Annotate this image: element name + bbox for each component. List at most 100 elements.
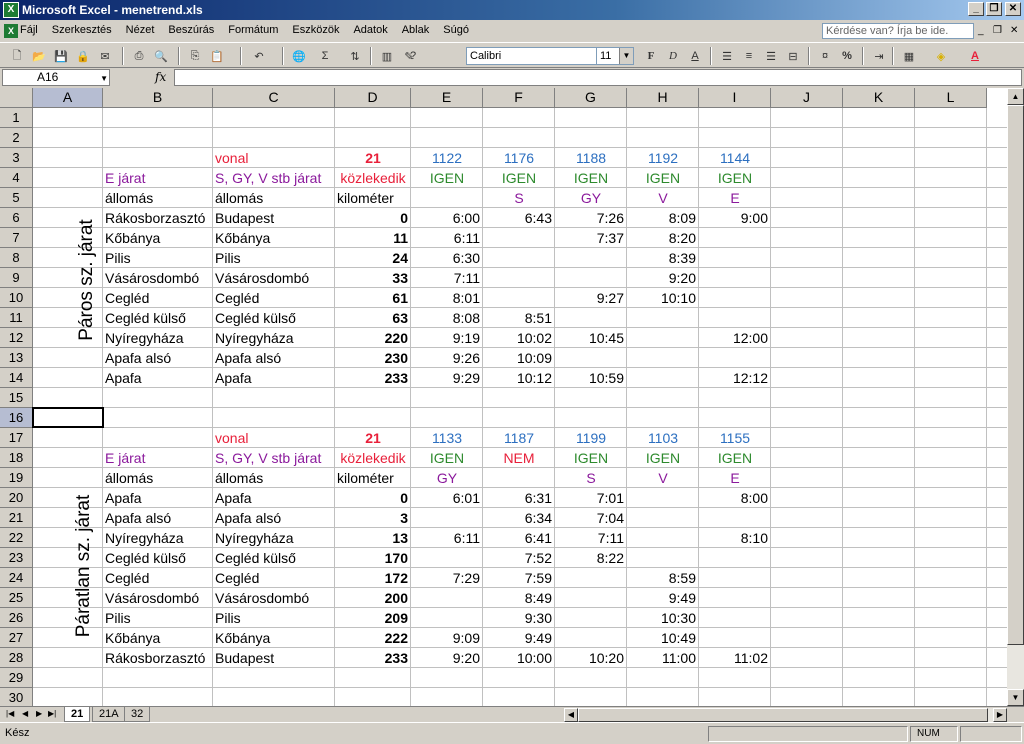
row-header-29[interactable]: 29 — [0, 668, 33, 688]
cell-c22[interactable]: Nyíregyháza — [213, 528, 335, 548]
next-sheet-icon[interactable]: ▶ — [36, 709, 42, 718]
workbook-icon[interactable]: X — [4, 24, 18, 38]
cell-c18[interactable]: S, GY, V stb járat — [213, 448, 335, 468]
cell-d27[interactable]: 222 — [335, 628, 411, 648]
cell-g23[interactable]: 8:22 — [555, 548, 627, 568]
cell-b19[interactable]: állomás — [103, 468, 213, 488]
cell-g28[interactable]: 10:20 — [555, 648, 627, 668]
cell-c5[interactable]: állomás — [213, 188, 335, 208]
cell-h24[interactable]: 8:59 — [627, 568, 699, 588]
cell-i3[interactable]: 1144 — [699, 148, 771, 168]
cell-h8[interactable]: 8:39 — [627, 248, 699, 268]
cell-f12[interactable]: 10:02 — [483, 328, 555, 348]
cell-f5[interactable]: S — [483, 188, 555, 208]
cell-g5[interactable]: GY — [555, 188, 627, 208]
cell-g12[interactable]: 10:45 — [555, 328, 627, 348]
cell-d26[interactable]: 209 — [335, 608, 411, 628]
cell-h10[interactable]: 10:10 — [627, 288, 699, 308]
cell-e14[interactable]: 9:29 — [411, 368, 483, 388]
font-color-icon[interactable]: A — [966, 47, 984, 65]
row-header-25[interactable]: 25 — [0, 588, 33, 608]
cell-c4[interactable]: S, GY, V stb járat — [213, 168, 335, 188]
row-header-26[interactable]: 26 — [0, 608, 33, 628]
cell-f26[interactable]: 9:30 — [483, 608, 555, 628]
print-preview-icon[interactable]: 🔍 — [152, 47, 170, 65]
save-icon[interactable]: 💾 — [52, 47, 70, 65]
cell-c11[interactable]: Cegléd külső — [213, 308, 335, 328]
cell-d25[interactable]: 200 — [335, 588, 411, 608]
cell-b6[interactable]: Rákosborzasztó — [103, 208, 213, 228]
cell-d14[interactable]: 233 — [335, 368, 411, 388]
row-header-10[interactable]: 10 — [0, 288, 33, 308]
row-header-1[interactable]: 1 — [0, 108, 33, 128]
paste-icon[interactable]: 📋 — [208, 47, 226, 65]
cell-e18[interactable]: IGEN — [411, 448, 483, 468]
cell-c8[interactable]: Pilis — [213, 248, 335, 268]
cell-d3[interactable]: 21 — [335, 148, 411, 168]
menu-format[interactable]: Formátum — [228, 24, 278, 36]
row-header-8[interactable]: 8 — [0, 248, 33, 268]
cell-c24[interactable]: Cegléd — [213, 568, 335, 588]
column-header-j[interactable]: J — [771, 88, 843, 108]
column-header-c[interactable]: C — [213, 88, 335, 108]
row-header-9[interactable]: 9 — [0, 268, 33, 288]
menu-data[interactable]: Adatok — [353, 24, 387, 36]
cell-i22[interactable]: 8:10 — [699, 528, 771, 548]
cell-i5[interactable]: E — [699, 188, 771, 208]
column-header-g[interactable]: G — [555, 88, 627, 108]
cell-i18[interactable]: IGEN — [699, 448, 771, 468]
cell-c14[interactable]: Apafa — [213, 368, 335, 388]
close-button[interactable]: ✕ — [1005, 2, 1021, 16]
row-header-2[interactable]: 2 — [0, 128, 33, 148]
menu-file[interactable]: Fájl — [20, 24, 38, 36]
cell-f11[interactable]: 8:51 — [483, 308, 555, 328]
cell-f14[interactable]: 10:12 — [483, 368, 555, 388]
column-header-e[interactable]: E — [411, 88, 483, 108]
cell-i12[interactable]: 12:00 — [699, 328, 771, 348]
cell-h18[interactable]: IGEN — [627, 448, 699, 468]
cell-f21[interactable]: 6:34 — [483, 508, 555, 528]
merge-center-icon[interactable]: ⊟ — [784, 47, 802, 65]
cell-e8[interactable]: 6:30 — [411, 248, 483, 268]
cell-b27[interactable]: Kőbánya — [103, 628, 213, 648]
cell-d4[interactable]: közlekedik — [335, 168, 411, 188]
cell-f27[interactable]: 9:49 — [483, 628, 555, 648]
cell-e19[interactable]: GY — [411, 468, 483, 488]
cell-d7[interactable]: 11 — [335, 228, 411, 248]
cell-h7[interactable]: 8:20 — [627, 228, 699, 248]
menu-insert[interactable]: Beszúrás — [168, 24, 214, 36]
column-header-b[interactable]: B — [103, 88, 213, 108]
worksheet-grid[interactable]: A B C D E F G H I J K L 1 2 3 4 5 6 7 8 9 10 11 12 13 14 15 16 17 18 1… — [0, 88, 1024, 706]
row-header-21[interactable]: 21 — [0, 508, 33, 528]
autosum-icon[interactable]: Σ — [316, 47, 334, 65]
cell-b18[interactable]: E járat — [103, 448, 213, 468]
cell-d20[interactable]: 0 — [335, 488, 411, 508]
row-header-28[interactable]: 28 — [0, 648, 33, 668]
cell-g20[interactable]: 7:01 — [555, 488, 627, 508]
menu-edit[interactable]: Szerkesztés — [52, 24, 112, 36]
borders-icon[interactable]: ▦ — [900, 47, 918, 65]
cell-f4[interactable]: IGEN — [483, 168, 555, 188]
cell-e28[interactable]: 9:20 — [411, 648, 483, 668]
cell-g3[interactable]: 1188 — [555, 148, 627, 168]
row-header-4[interactable]: 4 — [0, 168, 33, 188]
cell-e6[interactable]: 6:00 — [411, 208, 483, 228]
chevron-down-icon[interactable]: ▼ — [100, 71, 108, 86]
cell-f22[interactable]: 6:41 — [483, 528, 555, 548]
menu-window[interactable]: Ablak — [402, 24, 430, 36]
column-header-h[interactable]: H — [627, 88, 699, 108]
cell-c25[interactable]: Vásárosdombó — [213, 588, 335, 608]
row-header-17[interactable]: 17 — [0, 428, 33, 448]
cell-g18[interactable]: IGEN — [555, 448, 627, 468]
cell-b25[interactable]: Vásárosdombó — [103, 588, 213, 608]
fill-color-icon[interactable]: ◈ — [932, 47, 950, 65]
cell-d23[interactable]: 170 — [335, 548, 411, 568]
column-header-d[interactable]: D — [335, 88, 411, 108]
cell-d28[interactable]: 233 — [335, 648, 411, 668]
help-icon[interactable]: ? — [404, 47, 422, 65]
cell-d24[interactable]: 172 — [335, 568, 411, 588]
cell-g19[interactable]: S — [555, 468, 627, 488]
select-all-corner[interactable] — [0, 88, 33, 108]
undo-icon[interactable]: ↶ — [250, 47, 268, 65]
cell-f24[interactable]: 7:59 — [483, 568, 555, 588]
